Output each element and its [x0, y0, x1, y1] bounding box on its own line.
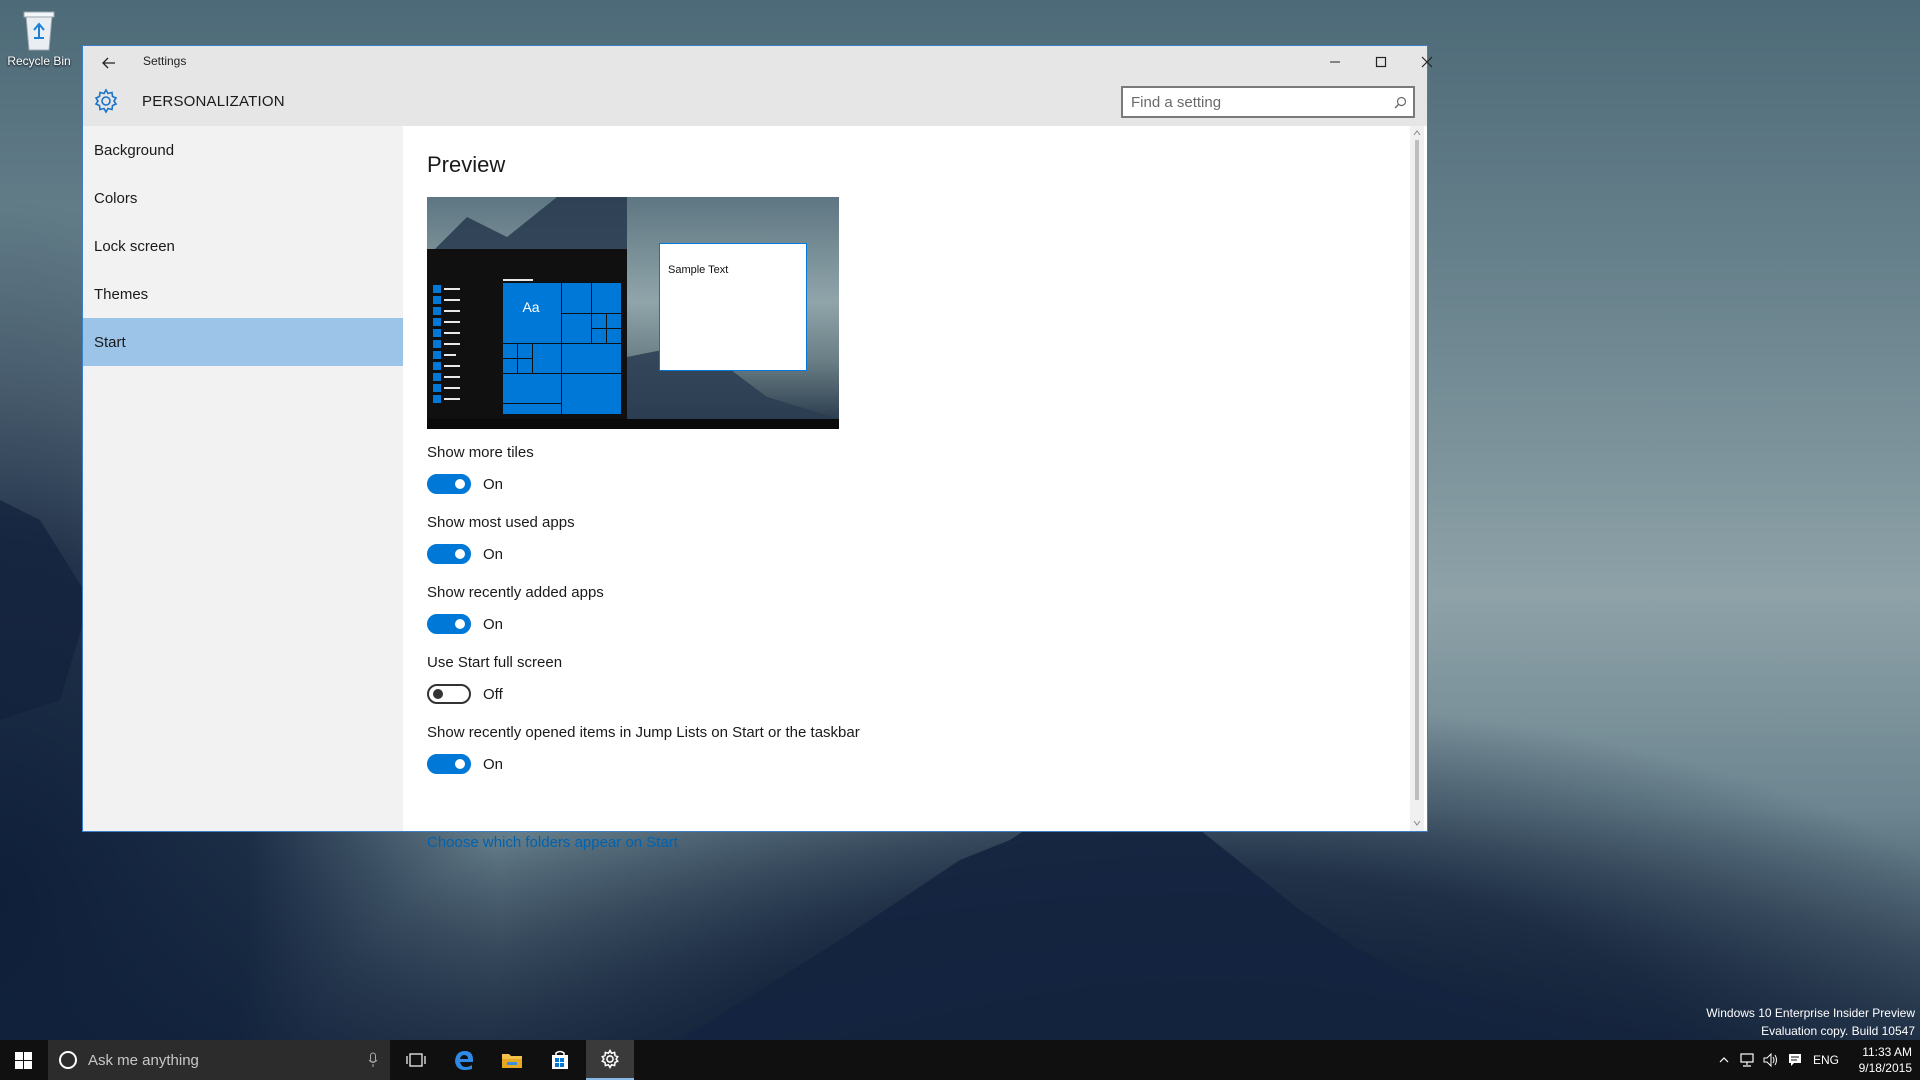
- sidebar-item-label: Themes: [94, 285, 149, 303]
- show-more-tiles-toggle[interactable]: [427, 474, 471, 494]
- setting-label: Show most used apps: [427, 514, 575, 531]
- recycle-bin[interactable]: Recycle Bin: [4, 8, 74, 68]
- taskbar: Ask me anything ENG 11:33 AM 9/18/2015: [0, 1040, 1920, 1080]
- use-start-full-screen-toggle[interactable]: [427, 684, 471, 704]
- start-preview-image: Aa Sample Text: [427, 197, 839, 429]
- setting-show-more-tiles: Show more tiles On: [427, 444, 534, 494]
- toggle-state: On: [483, 755, 504, 773]
- close-icon: [1421, 56, 1433, 68]
- store-icon[interactable]: [536, 1040, 584, 1080]
- language-indicator[interactable]: ENG: [1808, 1040, 1844, 1080]
- clock[interactable]: 11:33 AM 9/18/2015: [1848, 1044, 1912, 1076]
- show-recently-added-apps-toggle[interactable]: [427, 614, 471, 634]
- setting-label: Use Start full screen: [427, 654, 563, 671]
- sidebar-item-label: Lock screen: [94, 237, 175, 255]
- toggle-state: Off: [483, 685, 503, 703]
- page-title: PERSONALIZATION: [142, 93, 285, 110]
- windows-logo-icon: [15, 1051, 32, 1069]
- sidebar-item-background[interactable]: Background: [83, 126, 403, 174]
- sidebar-item-start[interactable]: Start: [83, 318, 403, 366]
- preview-tile-text: Aa: [522, 299, 540, 315]
- close-button[interactable]: [1407, 50, 1447, 74]
- volume-icon[interactable]: [1760, 1040, 1782, 1080]
- search-input[interactable]: [1123, 88, 1387, 116]
- toggle-state: On: [483, 475, 504, 493]
- network-icon[interactable]: [1736, 1040, 1758, 1080]
- recycle-bin-icon: [22, 8, 56, 52]
- search-icon[interactable]: [1387, 96, 1413, 109]
- choose-folders-link[interactable]: Choose which folders appear on Start: [427, 834, 678, 851]
- setting-label: Show recently opened items in Jump Lists…: [427, 724, 860, 741]
- settings-window: Settings PERSONALIZATION Ba: [82, 45, 1433, 851]
- toggle-state: On: [483, 545, 504, 563]
- setting-show-most-used-apps: Show most used apps On: [427, 514, 575, 564]
- maximize-button[interactable]: [1361, 50, 1401, 74]
- settings-icon[interactable]: [586, 1040, 634, 1080]
- show-most-used-apps-toggle[interactable]: [427, 544, 471, 564]
- build-watermark: Windows 10 Enterprise Insider Preview Ev…: [1706, 1004, 1915, 1040]
- cortana-search[interactable]: Ask me anything: [48, 1040, 390, 1080]
- window-title: Settings: [143, 54, 187, 68]
- sidebar-item-colors[interactable]: Colors: [83, 174, 403, 222]
- file-explorer-icon[interactable]: [488, 1040, 536, 1080]
- main-content: Preview Aa Sample Text Show more tiles O…: [403, 126, 1407, 851]
- microphone-icon[interactable]: [368, 1052, 378, 1068]
- preview-taskbar: [427, 419, 839, 429]
- recycle-bin-label: Recycle Bin: [7, 54, 71, 68]
- preview-sample-window: Sample Text: [659, 243, 807, 371]
- title-bar: Settings PERSONALIZATION: [83, 46, 1433, 126]
- cortana-icon: [59, 1051, 77, 1069]
- show-jump-list-items-toggle[interactable]: [427, 754, 471, 774]
- clock-date: 9/18/2015: [1858, 1061, 1912, 1075]
- setting-show-recently-added-apps: Show recently added apps On: [427, 584, 604, 634]
- sidebar-item-label: Colors: [94, 189, 138, 207]
- back-button[interactable]: [95, 52, 123, 74]
- toggle-knob: [455, 759, 465, 769]
- back-arrow-icon: [102, 57, 115, 69]
- sidebar: Background Colors Lock screen Themes Sta…: [83, 126, 403, 831]
- setting-show-jump-list-items: Show recently opened items in Jump Lists…: [427, 724, 860, 774]
- preview-sample-text: Sample Text: [668, 264, 729, 276]
- scroll-thumb[interactable]: [1415, 140, 1419, 800]
- watermark-line2: Evaluation copy. Build 10547: [1761, 1024, 1915, 1038]
- search-box[interactable]: [1121, 86, 1415, 118]
- toggle-knob: [455, 549, 465, 559]
- setting-label: Show more tiles: [427, 444, 534, 461]
- toggle-knob: [455, 479, 465, 489]
- scrollbar[interactable]: [1410, 126, 1424, 831]
- edge-icon[interactable]: [440, 1040, 488, 1080]
- watermark-line1: Windows 10 Enterprise Insider Preview: [1706, 1006, 1915, 1020]
- sidebar-item-themes[interactable]: Themes: [83, 270, 403, 318]
- cortana-search-text[interactable]: Ask me anything: [88, 1052, 368, 1069]
- gear-icon: [93, 88, 119, 114]
- toggle-knob: [433, 689, 443, 699]
- sidebar-item-label: Background: [94, 141, 175, 159]
- action-center-icon[interactable]: [1784, 1040, 1806, 1080]
- minimize-icon: [1330, 61, 1340, 63]
- task-view-icon[interactable]: [392, 1040, 440, 1080]
- sidebar-item-lock-screen[interactable]: Lock screen: [83, 222, 403, 270]
- scroll-up-icon[interactable]: [1412, 128, 1422, 138]
- preview-heading: Preview: [427, 152, 506, 177]
- toggle-state: On: [483, 615, 504, 633]
- maximize-icon: [1375, 56, 1387, 68]
- scroll-down-icon[interactable]: [1412, 818, 1422, 828]
- preview-start-menu: [427, 249, 627, 419]
- setting-label: Show recently added apps: [427, 584, 604, 601]
- toggle-knob: [455, 619, 465, 629]
- sidebar-item-label: Start: [94, 333, 126, 351]
- setting-use-start-full-screen: Use Start full screen Off: [427, 654, 562, 704]
- show-hidden-icons-chevron-up-icon[interactable]: [1714, 1040, 1734, 1080]
- minimize-button[interactable]: [1315, 50, 1355, 74]
- start-button[interactable]: [0, 1040, 47, 1080]
- clock-time: 11:33 AM: [1862, 1045, 1912, 1059]
